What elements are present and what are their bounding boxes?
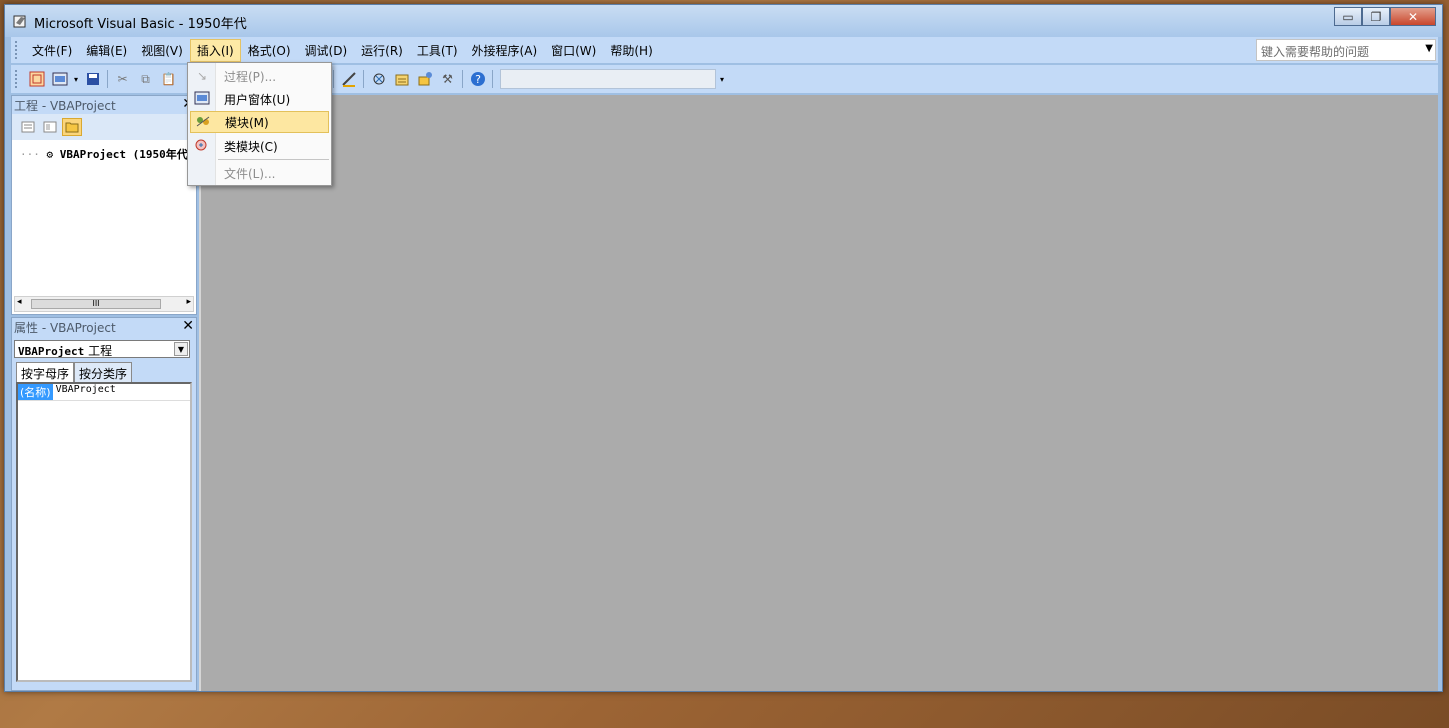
help-search-input[interactable]: 键入需要帮助的问题 ▼	[1256, 39, 1436, 61]
code-workspace	[199, 95, 1438, 691]
toolbar-separator	[492, 70, 493, 88]
object-select-name: VBAProject	[18, 345, 85, 358]
menu-file[interactable]: 文件(F)	[25, 39, 79, 62]
save-icon[interactable]	[82, 69, 103, 89]
menu-separator	[218, 159, 329, 160]
properties-tabs: 按字母序 按分类序	[16, 362, 133, 384]
menu-tools[interactable]: 工具(T)	[410, 39, 465, 62]
toolbar-position-field	[500, 69, 716, 89]
menu-grip[interactable]	[15, 41, 25, 59]
title-bar[interactable]: Microsoft Visual Basic - 1950年代 ▭ ❐ ✕	[5, 5, 1442, 37]
insert-userform-item[interactable]: 用户窗体(U)	[190, 88, 329, 110]
scroll-right-arrow[interactable]: ▸	[186, 297, 191, 307]
minimize-button[interactable]: ▭	[1334, 7, 1362, 26]
insert-procedure-item[interactable]: ↘ 过程(P)...	[190, 65, 329, 87]
object-browser-icon[interactable]	[414, 69, 435, 89]
design-mode-icon[interactable]	[338, 69, 359, 89]
window-title: Microsoft Visual Basic - 1950年代	[34, 17, 247, 32]
view-excel-icon[interactable]	[26, 69, 47, 89]
vb-app-icon	[13, 15, 26, 28]
object-select-type: 工程	[88, 344, 113, 358]
cut-icon[interactable]: ✂	[112, 69, 133, 89]
tab-alphabetic[interactable]: 按字母序	[16, 362, 75, 384]
toolbar-separator	[333, 70, 334, 88]
insert-module-label: 模块(M)	[225, 115, 269, 130]
property-name: (名称)	[18, 384, 53, 400]
insert-file-item[interactable]: 文件(L)...	[190, 162, 329, 184]
tree-node-vbaproject[interactable]: ··· ⚙ VBAProject (1950年代	[20, 146, 188, 162]
toolbar-separator	[107, 70, 108, 88]
project-explorer-title: 工程 - VBAProject ✕	[12, 96, 196, 114]
procedure-icon: ↘	[196, 69, 208, 83]
vbaproject-icon: ⚙	[46, 148, 54, 161]
menu-run[interactable]: 运行(R)	[354, 39, 410, 62]
chevron-down-icon[interactable]: ▼	[1425, 43, 1433, 54]
properties-title: 属性 - VBAProject ✕	[12, 318, 196, 336]
chevron-down-icon[interactable]: ▼	[174, 342, 188, 356]
property-value[interactable]: VBAProject	[53, 384, 119, 400]
object-select[interactable]: VBAProject 工程 ▼	[14, 340, 190, 358]
svg-text:?: ?	[475, 73, 481, 86]
toolbar-grip[interactable]	[15, 70, 25, 88]
dropdown-arrow-icon[interactable]: ▾	[72, 69, 80, 89]
help-search-placeholder: 键入需要帮助的问题	[1261, 45, 1370, 59]
insert-class-module-item[interactable]: 类模块(C)	[190, 135, 329, 157]
help-icon[interactable]: ?	[467, 69, 488, 89]
userform-icon	[190, 91, 214, 108]
tree-node-label: VBAProject (1950年代	[59, 148, 188, 161]
view-code-icon[interactable]	[18, 118, 38, 136]
menu-debug[interactable]: 调试(D)	[298, 39, 355, 62]
copy-icon[interactable]: ⧉	[135, 69, 156, 89]
menu-bar: 文件(F) 编辑(E) 视图(V) 插入(I) 格式(O) 调试(D) 运行(R…	[11, 37, 1438, 63]
insert-procedure-label: 过程(P)...	[224, 69, 277, 84]
menu-window[interactable]: 窗口(W)	[544, 39, 603, 62]
project-explorer: 工程 - VBAProject ✕ ··· ⚙ VBAProject (1950…	[11, 95, 197, 315]
insert-userform-icon[interactable]	[49, 69, 70, 89]
insert-file-label: 文件(L)...	[224, 166, 276, 181]
toggle-folders-icon[interactable]	[62, 118, 82, 136]
scroll-left-arrow[interactable]: ◂	[17, 297, 22, 307]
project-explorer-title-text: 工程 - VBAProject	[14, 99, 116, 113]
menu-help[interactable]: 帮助(H)	[603, 39, 659, 62]
insert-class-module-label: 类模块(C)	[224, 139, 278, 154]
toolbar-separator	[462, 70, 463, 88]
properties-window: 属性 - VBAProject ✕ VBAProject 工程 ▼ 按字母序 按…	[11, 317, 197, 691]
menu-edit[interactable]: 编辑(E)	[79, 39, 134, 62]
toolbar-options-icon[interactable]: ▾	[717, 69, 727, 89]
properties-title-text: 属性 - VBAProject	[14, 321, 116, 335]
menu-insert[interactable]: 插入(I)	[189, 38, 241, 62]
insert-module-item[interactable]: 模块(M)	[190, 111, 329, 133]
toolbox-icon[interactable]: ⚒	[437, 69, 458, 89]
scroll-thumb[interactable]: III	[31, 299, 161, 309]
close-button[interactable]: ✕	[1390, 7, 1436, 26]
menu-view[interactable]: 视图(V)	[134, 39, 190, 62]
properties-grid: (名称) VBAProject	[16, 382, 192, 682]
tab-categorized[interactable]: 按分类序	[74, 362, 133, 384]
tree-connector: ···	[20, 148, 40, 161]
restore-button[interactable]: ❐	[1362, 7, 1390, 26]
toolbar-separator	[363, 70, 364, 88]
view-object-icon[interactable]	[40, 118, 60, 136]
menu-format[interactable]: 格式(O)	[241, 39, 298, 62]
properties-window-icon[interactable]	[391, 69, 412, 89]
horizontal-scrollbar[interactable]: ◂ III ▸	[14, 296, 194, 312]
menu-addins[interactable]: 外接程序(A)	[465, 39, 545, 62]
paste-icon[interactable]: 📋	[158, 69, 179, 89]
close-icon[interactable]: ✕	[182, 318, 194, 334]
property-row[interactable]: (名称) VBAProject	[18, 384, 190, 401]
class-module-icon	[190, 138, 214, 155]
insert-userform-label: 用户窗体(U)	[224, 92, 291, 107]
module-icon	[191, 114, 215, 131]
project-explorer-icon[interactable]	[368, 69, 389, 89]
project-explorer-tools	[12, 114, 196, 140]
insert-menu-dropdown: ↘ 过程(P)... 用户窗体(U) 模块(M) 类模块(C) 文件(L)...	[187, 62, 332, 186]
